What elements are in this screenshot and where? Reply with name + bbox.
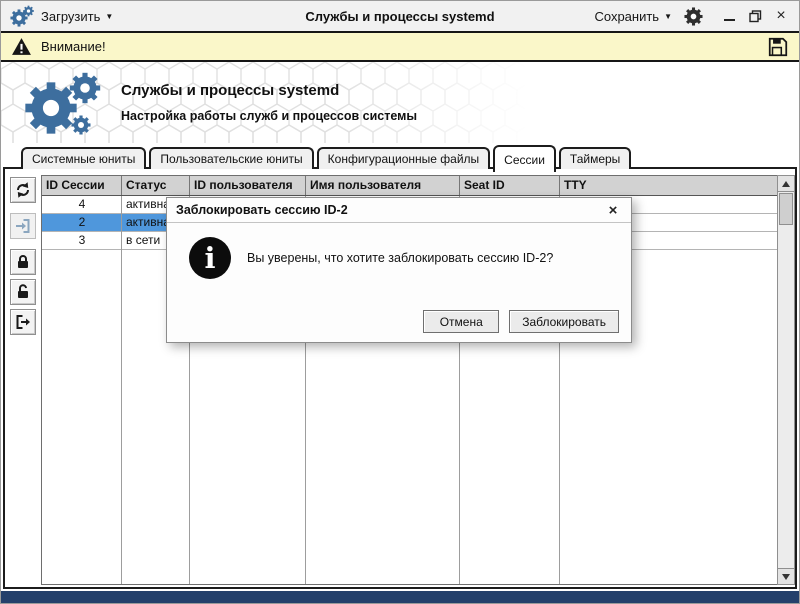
vertical-scrollbar[interactable] [777, 175, 795, 585]
page-subtitle: Настройка работы служб и процессов систе… [121, 109, 418, 123]
tab-timers[interactable]: Таймеры [558, 147, 632, 169]
grid-line [121, 196, 122, 584]
app-gears-icon [10, 5, 34, 27]
tab-user-units[interactable]: Пользовательские юниты [149, 147, 314, 169]
column-header-seat-id[interactable]: Seat ID [460, 176, 560, 195]
column-header-status[interactable]: Статус [122, 176, 190, 195]
refresh-sessions-button[interactable] [10, 177, 36, 203]
status-progress-bar [1, 591, 799, 603]
app-logo-gears-icon [25, 72, 101, 135]
column-header-tty[interactable]: TTY [560, 176, 778, 195]
dialog-message: Вы уверены, что хотите заблокировать сес… [247, 251, 554, 265]
column-header-user-id[interactable]: ID пользователя [190, 176, 306, 195]
tab-system-units[interactable]: Системные юниты [21, 147, 147, 169]
window-close-button[interactable]: × [771, 6, 791, 26]
logout-icon [16, 315, 30, 329]
column-header-user-name[interactable]: Имя пользователя [306, 176, 460, 195]
scroll-up-button[interactable] [777, 175, 795, 192]
lock-session-button[interactable] [10, 249, 36, 275]
settings-gear-icon[interactable] [684, 6, 703, 26]
chevron-down-icon [782, 573, 790, 580]
tab-sessions[interactable]: Сессии [493, 145, 556, 172]
cell-session-id[interactable]: 4 [42, 196, 122, 213]
load-menu-button[interactable]: Загрузить ▼ [41, 9, 113, 24]
dialog-buttons: Отмена Заблокировать [423, 310, 619, 333]
chevron-down-icon: ▼ [105, 11, 114, 21]
titlebar: Загрузить ▼ Службы и процессы systemd Со… [1, 1, 799, 31]
chevron-down-icon: ▼ [664, 11, 672, 21]
cell-session-id[interactable]: 3 [42, 232, 122, 249]
unlock-session-button[interactable] [10, 279, 36, 305]
warning-text: Внимание! [41, 39, 106, 54]
minimize-icon [723, 19, 735, 21]
dialog-close-button[interactable]: × [604, 202, 622, 219]
table-header: ID Сессии Статус ID пользователя Имя пол… [42, 176, 778, 196]
confirm-lock-button[interactable]: Заблокировать [509, 310, 619, 333]
window-minimize-button[interactable] [719, 6, 739, 26]
floppy-save-icon [768, 37, 788, 56]
save-report-button[interactable] [767, 36, 789, 58]
scroll-down-button[interactable] [777, 568, 795, 585]
dialog-body: i Вы уверены, что хотите заблокировать с… [167, 223, 631, 279]
save-menu-label: Сохранить [594, 8, 660, 24]
window-maximize-button[interactable] [745, 6, 765, 26]
dialog-title: Заблокировать сессию ID-2 [176, 203, 348, 217]
page-title: Службы и процессы systemd [121, 82, 340, 99]
cancel-button[interactable]: Отмена [423, 310, 500, 333]
app-window: Загрузить ▼ Службы и процессы systemd Со… [0, 0, 800, 604]
enter-session-button [10, 213, 36, 239]
warning-icon [12, 38, 31, 55]
enter-session-icon [16, 219, 30, 233]
chevron-up-icon [782, 180, 790, 187]
cell-session-id[interactable]: 2 [42, 214, 122, 231]
terminate-session-button[interactable] [10, 309, 36, 335]
unlock-icon [18, 284, 28, 298]
info-icon: i [189, 237, 231, 279]
load-menu-label: Загрузить [41, 8, 101, 24]
column-header-session-id[interactable]: ID Сессии [42, 176, 122, 195]
hexagon-fade-overlay [1, 62, 799, 143]
close-icon: × [776, 7, 786, 24]
dialog-titlebar: Заблокировать сессию ID-2 × [167, 198, 631, 223]
save-menu-button[interactable]: Сохранить ▼ [594, 9, 672, 24]
lock-session-dialog: Заблокировать сессию ID-2 × i Вы уверены… [166, 197, 632, 343]
tab-config-files[interactable]: Конфигурационные файлы [316, 147, 491, 169]
app-header: Службы и процессы systemd Настройка рабо… [1, 62, 799, 143]
lock-icon [18, 255, 28, 268]
restore-icon [748, 9, 761, 22]
refresh-icon [17, 182, 29, 198]
scrollbar-thumb[interactable] [779, 193, 793, 225]
tab-bar: Системные юниты Пользовательские юниты К… [1, 143, 799, 172]
warning-bar: Внимание! [1, 31, 799, 62]
